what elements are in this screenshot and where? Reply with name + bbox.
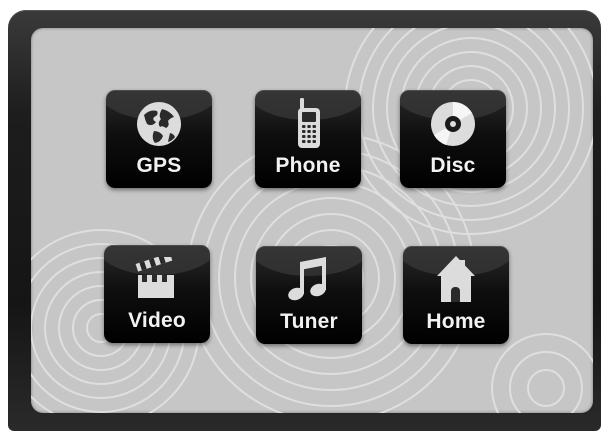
video-button[interactable]: Video — [104, 245, 210, 343]
gps-button[interactable]: GPS — [106, 90, 212, 188]
phone-button[interactable]: Phone — [255, 90, 361, 188]
clapperboard-icon — [104, 253, 210, 305]
disc-label: Disc — [430, 154, 476, 177]
disc-icon — [400, 98, 506, 150]
ripple-background — [31, 28, 593, 413]
gps-label: GPS — [136, 154, 182, 177]
video-label: Video — [128, 309, 186, 332]
house-icon — [403, 254, 509, 306]
phone-label: Phone — [275, 154, 341, 177]
tuner-label: Tuner — [280, 310, 338, 333]
music-note-icon — [256, 254, 362, 306]
tuner-button[interactable]: Tuner — [256, 246, 362, 344]
disc-button[interactable]: Disc — [400, 90, 506, 188]
home-button[interactable]: Home — [403, 246, 509, 344]
mobile-phone-icon — [255, 98, 361, 150]
home-label: Home — [426, 310, 486, 333]
globe-icon — [106, 98, 212, 150]
menu-screen: GPS Phone Disc Video Tuner Home — [31, 28, 593, 413]
